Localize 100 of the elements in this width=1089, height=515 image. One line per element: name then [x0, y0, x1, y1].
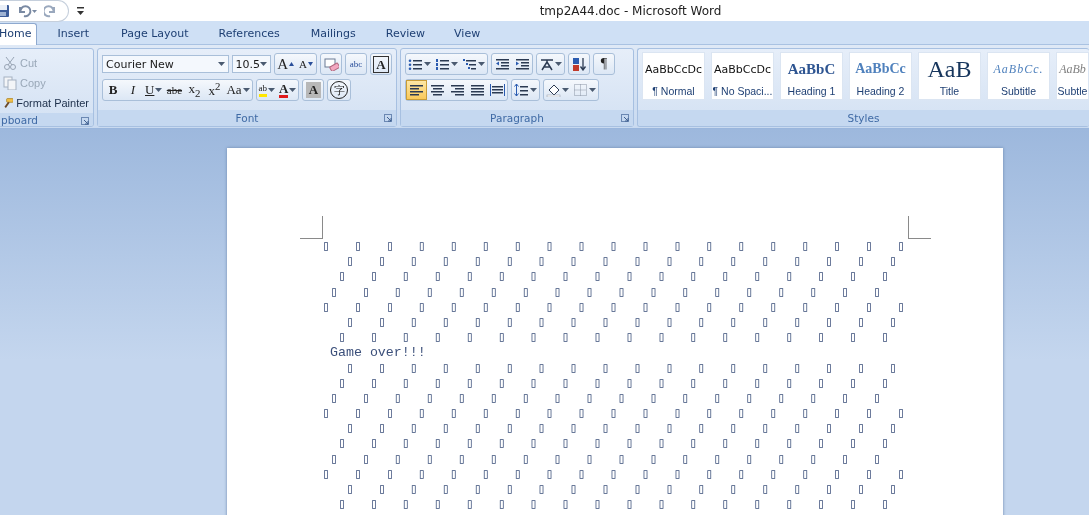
text-line: ▯ ▯ ▯ ▯ ▯ ▯ ▯ ▯ ▯ ▯ ▯ ▯ ▯ ▯ ▯ ▯ ▯ ▯ ▯ — [322, 239, 905, 255]
dialog-launcher-icon[interactable] — [81, 117, 89, 125]
style-name: Heading 2 — [856, 85, 905, 97]
style-preview: AaBbC — [787, 60, 836, 78]
ribbon-tab[interactable]: View — [453, 23, 482, 45]
text-line: ▯ ▯ ▯ ▯ ▯ ▯ ▯ ▯ ▯ ▯ ▯ ▯ ▯ ▯ ▯ ▯ ▯ ▯ — [336, 497, 889, 513]
ribbon-tab[interactable]: References — [217, 23, 281, 45]
margin-mark — [300, 216, 323, 239]
clipboard-button[interactable]: Format Painter — [3, 93, 89, 113]
dropdown-caret-icon — [478, 62, 485, 66]
up-triangle-icon — [289, 62, 294, 66]
font-grow-button[interactable]: A — [275, 54, 296, 74]
save-icon[interactable] — [0, 3, 10, 18]
increase-indent-icon — [514, 57, 530, 71]
font-sup-button[interactable]: x$^{2}$ — [204, 80, 225, 100]
dropdown-caret-icon[interactable] — [260, 62, 268, 66]
group-label: Font — [235, 112, 259, 124]
text-line: ▯ ▯ ▯ ▯ ▯ ▯ ▯ ▯ ▯ ▯ ▯ ▯ ▯ ▯ ▯ ▯ ▯ ▯ ▯ — [322, 466, 905, 482]
font-highlight-button[interactable]: ab — [256, 80, 278, 100]
dropdown-caret-icon — [424, 62, 431, 66]
text-line: ▯ ▯ ▯ ▯ ▯ ▯ ▯ ▯ ▯ ▯ ▯ ▯ ▯ ▯ ▯ ▯ ▯ ▯ — [336, 269, 889, 285]
font-name-field[interactable]: Courier New — [102, 55, 229, 73]
font-sub-button[interactable]: x$_{2}$ — [184, 80, 205, 100]
dropdown-caret-icon[interactable] — [217, 62, 225, 66]
text-line: ▯ ▯ ▯ ▯ ▯ ▯ ▯ ▯ ▯ ▯ ▯ ▯ ▯ ▯ ▯ ▯ ▯ ▯ — [344, 421, 897, 437]
dialog-launcher-icon[interactable] — [384, 114, 392, 122]
align-center-icon — [429, 83, 445, 97]
style-preview: AaBb — [1059, 61, 1086, 77]
dropdown-caret-icon — [155, 88, 163, 92]
dropdown-caret-icon — [451, 62, 458, 66]
dropdown-caret-icon — [530, 88, 537, 92]
style-gallery-item[interactable]: AaBbC Heading 1 — [780, 52, 843, 100]
font-phonetic-button[interactable]: abc — [346, 54, 366, 74]
align-left-button[interactable] — [406, 80, 427, 100]
style-name: Heading 1 — [787, 85, 836, 97]
font-border-button[interactable]: A — [371, 54, 391, 74]
window-title: tmp2A44.doc - Microsoft Word — [539, 3, 722, 18]
ribbon-tab[interactable]: Mailings — [309, 23, 357, 45]
ribbon-tab[interactable]: Home — [0, 23, 38, 45]
font-color-button[interactable]: A — [277, 80, 299, 100]
group-label: Paragraph — [490, 112, 544, 124]
text-line: ▯ ▯ ▯ ▯ ▯ ▯ ▯ ▯ ▯ ▯ ▯ ▯ ▯ ▯ ▯ ▯ ▯ ▯ — [336, 436, 889, 452]
text-line: ▯ ▯ ▯ ▯ ▯ ▯ ▯ ▯ ▯ ▯ ▯ ▯ ▯ ▯ ▯ ▯ ▯ ▯ — [344, 360, 897, 376]
font-strike-button[interactable]: abe — [164, 80, 185, 100]
paintbrush-icon — [3, 96, 14, 110]
style-gallery-item[interactable]: AaBbCc. Subtitle — [987, 52, 1050, 100]
borders-icon — [573, 83, 588, 97]
sort-icon — [571, 57, 587, 71]
multilevel-list-icon — [462, 57, 477, 71]
font-size-field[interactable]: 10.5 — [231, 55, 272, 73]
style-gallery-item[interactable]: AaBbCcDc ¶ No Spaci... — [711, 52, 774, 100]
text-line: ▯ ▯ ▯ ▯ ▯ ▯ ▯ ▯ ▯ ▯ ▯ ▯ ▯ ▯ ▯ ▯ ▯ ▯ — [336, 330, 889, 346]
dropdown-caret-icon — [289, 88, 297, 92]
style-preview: AaB — [927, 55, 972, 83]
text-line: ▯ ▯ ▯ ▯ ▯ ▯ ▯ ▯ ▯ ▯ ▯ ▯ ▯ ▯ ▯ ▯ ▯ ▯ — [344, 314, 897, 331]
eraser-icon — [323, 57, 339, 71]
style-preview: AaBbCcDc — [713, 62, 771, 76]
font-underline-button[interactable]: U — [143, 80, 165, 100]
align-left-icon — [409, 83, 424, 97]
font-shrink-button[interactable]: A — [296, 54, 316, 74]
dialog-launcher-icon[interactable] — [621, 114, 629, 122]
down-triangle-icon — [307, 62, 313, 66]
text-line: ▯ ▯ ▯ ▯ ▯ ▯ ▯ ▯ ▯ ▯ ▯ ▯ ▯ ▯ ▯ ▯ ▯ ▯ — [344, 482, 897, 498]
ribbon-tab[interactable]: Insert — [56, 23, 91, 45]
style-preview: AaBbCc — [855, 61, 906, 77]
paragraph-marks-button[interactable]: ¶ — [594, 54, 614, 74]
dropdown-caret-icon — [562, 88, 569, 92]
dropdown-caret-icon — [555, 62, 562, 66]
text-line: ▯ ▯ ▯ ▯ ▯ ▯ ▯ ▯ ▯ ▯ ▯ ▯ ▯ ▯ ▯ ▯ ▯ ▯ — [344, 254, 897, 270]
text-line: ▯ ▯ ▯ ▯ ▯ ▯ ▯ ▯ ▯ ▯ ▯ ▯ ▯ ▯ ▯ ▯ ▯ ▯ ▯ — [322, 406, 905, 422]
text-line: Game over!!! — [328, 345, 426, 361]
justify-icon — [469, 83, 485, 97]
font-case-button[interactable]: Aa — [224, 80, 252, 100]
style-gallery-item[interactable]: AaBb Subtle — [1056, 52, 1089, 100]
style-preview: AaBbCcDc — [644, 62, 702, 76]
text-line: ▯ ▯ ▯ ▯ ▯ ▯ ▯ ▯ ▯ ▯ ▯ ▯ ▯ ▯ ▯ ▯ ▯ ▯ — [336, 375, 889, 391]
style-name: ¶ Normal — [652, 85, 695, 97]
group-label: Styles — [847, 112, 880, 124]
font-shade-button[interactable]: A — [303, 80, 324, 100]
style-preview: AaBbCc. — [993, 61, 1044, 77]
ribbon-tab[interactable]: Page Layout — [120, 23, 190, 45]
distribute-icon — [489, 83, 505, 97]
undo-icon[interactable] — [16, 3, 38, 18]
style-gallery-item[interactable]: AaBbCcDc ¶ Normal — [642, 52, 705, 100]
numbered-list-icon — [435, 57, 450, 71]
line-spacing-icon — [514, 83, 529, 97]
group-label: pboard — [1, 113, 38, 126]
dropdown-caret-icon — [242, 88, 250, 92]
font-bold-button[interactable]: B — [103, 80, 123, 100]
font-italic-button[interactable]: I — [123, 80, 143, 100]
style-name: Subtitle — [1001, 85, 1036, 97]
ribbon-tab[interactable]: Review — [384, 23, 427, 45]
align-right-icon — [449, 83, 465, 97]
text-line: ▯ ▯ ▯ ▯ ▯ ▯ ▯ ▯ ▯ ▯ ▯ ▯ ▯ ▯ ▯ ▯ ▯ ▯ — [328, 284, 882, 300]
style-gallery-item[interactable]: AaB Title — [918, 52, 981, 100]
bulleted-list-icon — [408, 57, 423, 71]
style-gallery-item[interactable]: AaBbCc Heading 2 — [849, 52, 912, 100]
customize-dropdown-icon[interactable] — [77, 5, 85, 16]
copy-icon — [3, 76, 17, 90]
text-line: ▯ ▯ ▯ ▯ ▯ ▯ ▯ ▯ ▯ ▯ ▯ ▯ ▯ ▯ ▯ ▯ ▯ ▯ ▯ — [322, 299, 905, 315]
